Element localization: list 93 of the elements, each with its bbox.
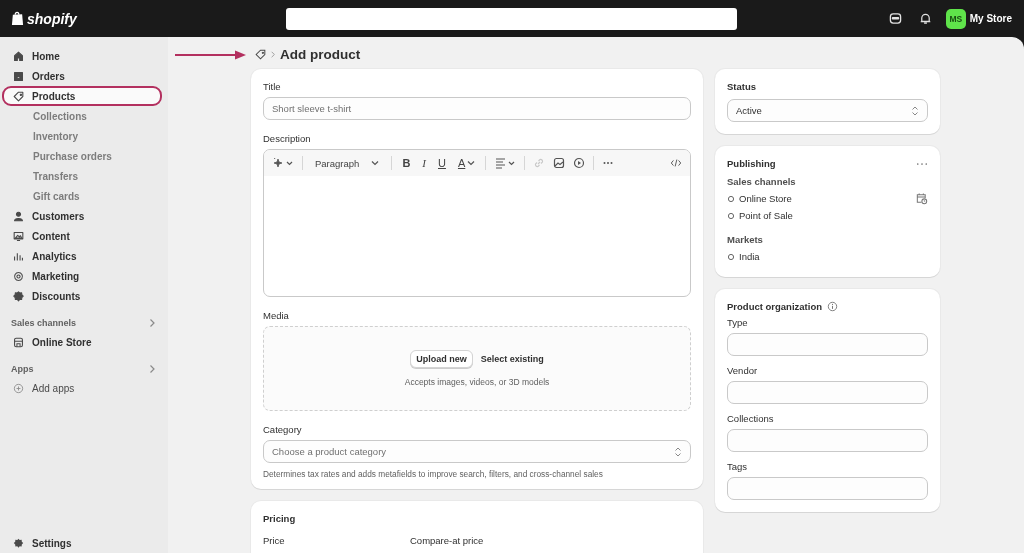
field-label: Vendor [727, 365, 759, 376]
up-down-icon [911, 104, 919, 117]
card-title: Publishing [727, 158, 776, 169]
media-hint: Accepts images, videos, or 3D models [404, 377, 550, 387]
status-select[interactable]: Active [727, 99, 928, 122]
card-title: Status [727, 81, 758, 92]
nav-item[interactable]: Orders [2, 66, 162, 86]
paragraph-dropdown[interactable]: Paragraph [311, 157, 384, 169]
status-circle-icon [727, 211, 735, 220]
card-title: Product organization [727, 301, 822, 312]
shopping-bag-icon [11, 11, 24, 26]
nav-item[interactable]: Online Store [2, 332, 162, 352]
help-text: Determines tax rates and adds metafields to improve search, filters, and cross-channel sales [263, 469, 604, 479]
nav-subitem[interactable]: Purchase orders [2, 146, 162, 166]
text-input[interactable] [727, 333, 928, 356]
title-input[interactable]: Short sleeve t-shirt [263, 97, 691, 120]
sparkle-menu-icon[interactable] [272, 157, 294, 169]
image-icon[interactable] [553, 157, 566, 169]
nav-subitem[interactable]: Gift cards [2, 186, 162, 206]
underline-button[interactable]: U [436, 157, 448, 169]
tag-icon[interactable] [255, 49, 266, 60]
more-icon[interactable] [916, 161, 928, 166]
person-icon [13, 210, 24, 222]
calendar-clock-icon[interactable] [915, 192, 928, 205]
field-label: Price [263, 535, 286, 546]
plus-circle-icon [13, 382, 24, 394]
nav-subitem[interactable]: Transfers [2, 166, 162, 186]
section-heading: Apps [11, 364, 34, 374]
group-heading: Markets [727, 234, 764, 245]
image-icon [13, 230, 24, 242]
inbox-icon [13, 70, 24, 82]
search-field[interactable] [286, 7, 737, 30]
select-existing-button[interactable]: Select existing [480, 354, 544, 364]
chevron-right-icon[interactable] [148, 364, 156, 374]
nav-item[interactable]: Products [2, 86, 162, 106]
section-heading: Sales channels [11, 318, 77, 328]
app-icon[interactable] [888, 12, 902, 25]
nav-item[interactable]: Analytics [2, 246, 162, 266]
description-editor[interactable]: Paragraph B I U A [263, 149, 691, 297]
align-menu-icon[interactable] [494, 157, 517, 169]
nav-item[interactable]: Customers [2, 206, 162, 226]
text-input[interactable] [727, 381, 928, 404]
nav-item[interactable]: Settings [2, 533, 162, 553]
up-down-icon [674, 445, 682, 458]
store-icon [13, 336, 24, 348]
chevron-right-icon[interactable] [148, 318, 156, 328]
status-circle-icon [727, 194, 735, 203]
chevron-right-icon [270, 50, 276, 59]
field-label: Media [263, 310, 290, 321]
target-icon [13, 270, 24, 282]
text-input[interactable] [727, 429, 928, 452]
chevron-down-icon [467, 159, 476, 167]
play-icon[interactable] [573, 157, 586, 169]
gear-icon [13, 290, 24, 302]
media-dropzone[interactable]: Upload new Select existing Accepts images, videos, or 3D models [263, 326, 691, 411]
code-icon[interactable] [670, 157, 682, 169]
logo-text: shopify [27, 10, 77, 27]
bold-button[interactable]: B [400, 157, 413, 169]
field-label: Compare-at price [410, 535, 485, 546]
field-label: Collections [727, 413, 775, 424]
store-name[interactable]: My Store [969, 13, 1012, 24]
nav-item[interactable]: Marketing [2, 266, 162, 286]
category-select[interactable]: Choose a product category [263, 440, 691, 463]
field-label: Type [727, 317, 749, 328]
gear-icon [13, 537, 24, 549]
nav-subitem[interactable]: Inventory [2, 126, 162, 146]
card-title: Pricing [263, 513, 297, 524]
group-heading: Sales channels [727, 176, 797, 187]
bell-icon[interactable] [918, 12, 932, 25]
nav-item[interactable]: Content [2, 226, 162, 246]
field-label: Title [263, 81, 282, 92]
italic-button[interactable]: I [420, 157, 428, 169]
status-circle-icon [727, 252, 735, 261]
nav-item[interactable]: Add apps [2, 378, 162, 398]
store-avatar[interactable]: MS [945, 8, 966, 29]
tag-icon [13, 90, 24, 102]
info-icon[interactable] [827, 301, 838, 312]
field-label: Description [263, 133, 312, 144]
color-button[interactable]: A [455, 157, 478, 169]
text-input[interactable] [727, 477, 928, 500]
chevron-down-icon [371, 159, 380, 167]
market-name: India [739, 251, 760, 262]
home-icon [13, 50, 24, 62]
nav-item[interactable]: Discounts [2, 286, 162, 306]
field-label: Category [263, 424, 303, 435]
channel-name: Online Store [739, 193, 792, 204]
field-label: Tags [727, 461, 749, 472]
page-title: Add product [280, 47, 361, 62]
bar-chart-icon [13, 250, 24, 262]
upload-button[interactable]: Upload new [410, 350, 473, 368]
nav-subitem[interactable]: Collections [2, 106, 162, 126]
nav-item[interactable]: Home [2, 46, 162, 66]
channel-name: Point of Sale [739, 210, 793, 221]
